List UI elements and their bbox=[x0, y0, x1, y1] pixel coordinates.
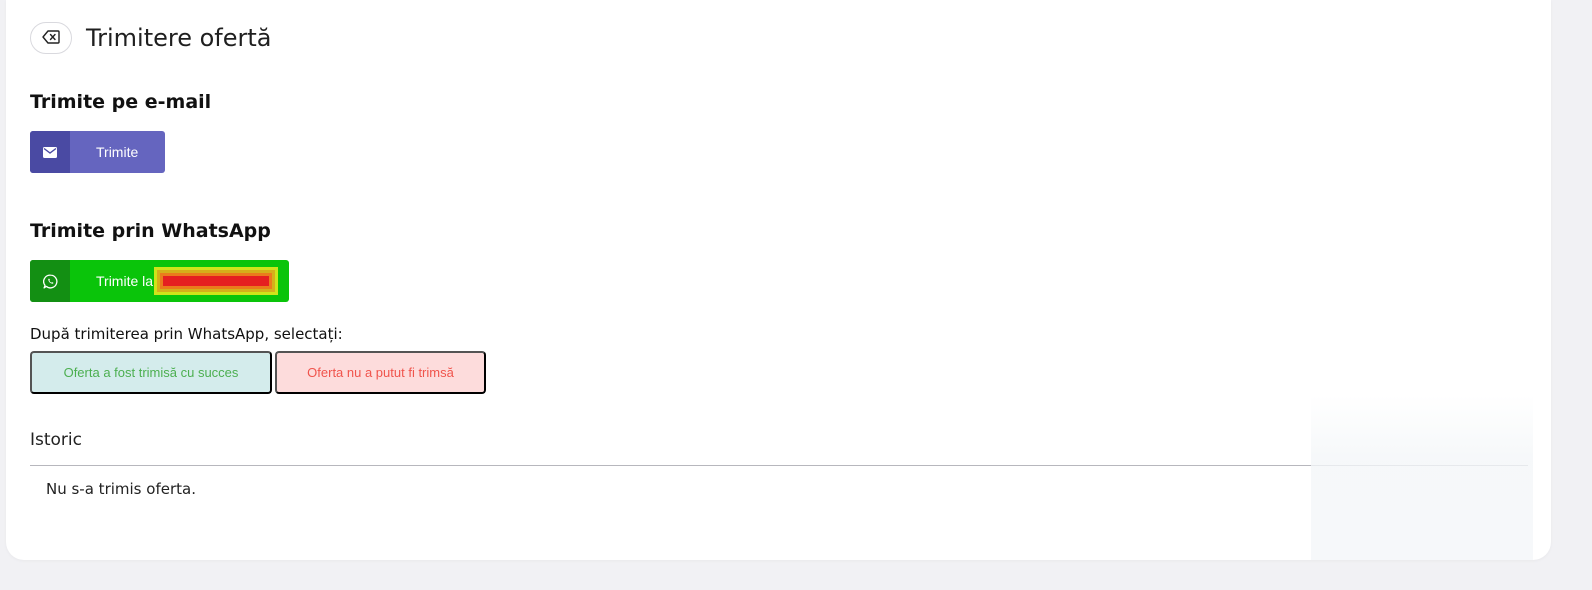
offer-send-failed-button[interactable]: Oferta nu a putut fi trimsă bbox=[275, 351, 486, 394]
envelope-icon bbox=[30, 131, 70, 173]
send-whatsapp-button[interactable]: Trimite la bbox=[30, 260, 289, 302]
back-button[interactable] bbox=[30, 22, 72, 54]
send-offer-panel: Trimitere ofertă Trimite pe e-mail Trimi… bbox=[6, 0, 1551, 560]
whatsapp-section-title: Trimite prin WhatsApp bbox=[30, 220, 271, 242]
offer-sent-success-button[interactable]: Oferta a fost trimisă cu succes bbox=[30, 351, 272, 394]
redacted-phone-number bbox=[154, 267, 279, 295]
send-whatsapp-text: Trimite la bbox=[96, 273, 154, 289]
whatsapp-hint: După trimiterea prin WhatsApp, selectați… bbox=[30, 325, 343, 343]
send-whatsapp-label: Trimite la bbox=[70, 260, 289, 302]
faded-overlay bbox=[1311, 395, 1533, 560]
send-email-label: Trimite bbox=[96, 144, 139, 160]
page-title: Trimitere ofertă bbox=[86, 24, 272, 52]
send-email-button[interactable]: Trimite bbox=[30, 131, 165, 173]
history-title: Istoric bbox=[30, 430, 82, 450]
history-empty-message: Nu s-a trimis oferta. bbox=[46, 480, 196, 498]
backspace-icon bbox=[42, 29, 60, 47]
whatsapp-icon bbox=[30, 260, 70, 302]
email-section-title: Trimite pe e-mail bbox=[30, 91, 212, 113]
history-divider bbox=[30, 465, 1528, 466]
